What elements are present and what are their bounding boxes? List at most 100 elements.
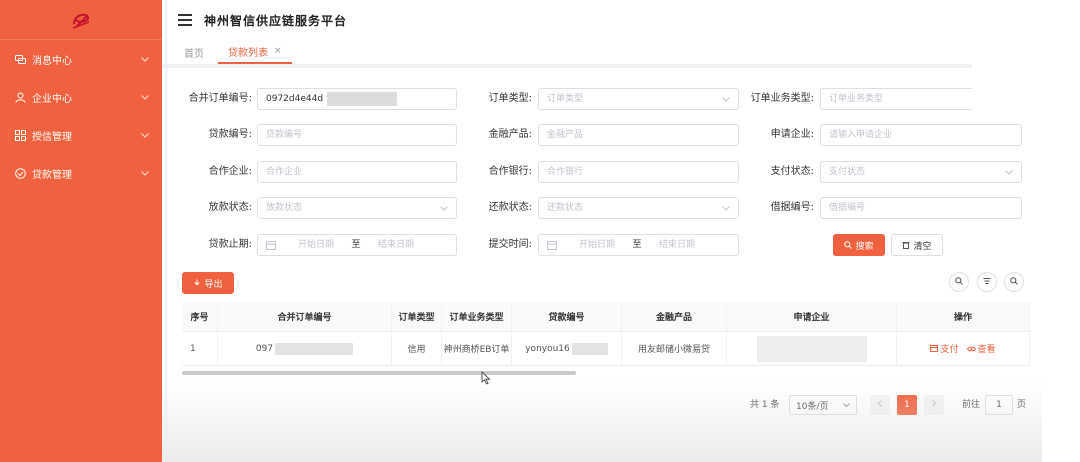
cell-merge-order-no: 097 — [218, 332, 392, 365]
label-apply-company: 申请企业: — [770, 129, 814, 140]
eye-icon — [966, 346, 976, 352]
loan-expiry-date-range[interactable]: 开始日期 至 结束日期 — [257, 234, 457, 256]
order-biz-type-placeholder: 订单业务类型 — [829, 94, 884, 104]
redacted-block — [756, 335, 867, 362]
label-merge-order-no: 合并订单编号: — [188, 93, 252, 104]
search-toggle-button[interactable] — [949, 272, 969, 292]
cell-index: 1 — [182, 332, 218, 365]
goto-label: 前往 — [962, 400, 981, 410]
chevron-right-icon — [932, 400, 937, 410]
end-date-placeholder: 结束日期 — [658, 240, 695, 250]
bottom-shade — [162, 380, 1042, 462]
chevron-down-icon — [843, 400, 850, 410]
start-date-placeholder: 开始日期 — [297, 240, 334, 250]
label-order-biz-type: 订单业务类型: — [750, 93, 814, 104]
pay-status-select[interactable]: 支付状态 — [820, 161, 1022, 183]
partner-bank-input[interactable]: 合作银行 — [538, 161, 739, 183]
loan-no-placeholder: 贷款编号 — [266, 130, 303, 140]
order-biz-type-select[interactable]: 订单业务类型 — [820, 88, 972, 110]
sidebar-item-label: 消息中心 — [32, 55, 72, 67]
logo[interactable] — [0, 0, 162, 40]
search-button[interactable]: 搜索 — [833, 234, 885, 256]
next-page-button[interactable] — [924, 395, 944, 415]
sidebar-item-label: 授信管理 — [32, 131, 72, 143]
table-header: 序号 合并订单编号 订单类型 订单业务类型 贷款编号 金融产品 申请企业 操作 — [182, 302, 1030, 332]
page-number-button[interactable]: 1 — [897, 395, 917, 415]
clear-button[interactable]: 清空 — [891, 234, 943, 256]
mouse-cursor-icon — [481, 371, 491, 385]
col-header-finance-product: 金融产品 — [622, 302, 727, 331]
sidebar-item-credit-management[interactable]: 授信管理 — [0, 116, 162, 154]
calendar-icon — [547, 240, 557, 250]
repay-status-select[interactable]: 还款状态 — [538, 197, 739, 219]
col-header-merge-order-no: 合并订单编号 — [218, 302, 392, 331]
view-link[interactable]: 查看 — [966, 342, 996, 355]
sidebar-item-label: 企业中心 — [32, 93, 72, 105]
end-date-placeholder: 结束日期 — [377, 240, 414, 250]
chevron-down-icon — [140, 92, 150, 102]
sidebar-item-message-center[interactable]: 消息中心 — [0, 40, 162, 78]
chevron-left-icon — [877, 400, 882, 410]
calendar-icon — [266, 240, 276, 250]
prev-page-button[interactable] — [870, 395, 890, 415]
col-header-order-type: 订单类型 — [392, 302, 442, 331]
loan-no-input[interactable]: 贷款编号 — [257, 124, 457, 146]
column-settings-button[interactable] — [977, 272, 997, 292]
col-header-apply-company: 申请企业 — [727, 302, 897, 331]
page-size-select[interactable]: 10条/页 — [789, 395, 857, 415]
chat-icon — [14, 53, 26, 65]
brand-logo-icon — [72, 13, 90, 29]
pagination-total: 共 1 条 — [750, 400, 780, 410]
pay-link[interactable]: 支付 — [930, 342, 959, 355]
tab-label: 贷款列表 — [228, 47, 268, 59]
export-button[interactable]: 导出 — [182, 272, 234, 294]
submit-time-date-range[interactable]: 开始日期 至 结束日期 — [538, 234, 739, 256]
receipt-no-input[interactable]: 借据编号 — [820, 197, 1022, 219]
goto-page-input[interactable]: 1 — [985, 395, 1013, 415]
partner-company-input[interactable]: 合作企业 — [257, 161, 457, 183]
col-header-operations: 操作 — [897, 302, 1030, 331]
sidebar-item-enterprise-center[interactable]: 企业中心 — [0, 78, 162, 116]
cell-order-biz-type: 神州商桥EB订单 — [442, 332, 512, 365]
disburse-status-select[interactable]: 放款状态 — [257, 197, 457, 219]
horizontal-scrollbar[interactable] — [182, 371, 576, 375]
repay-status-placeholder: 还款状态 — [547, 203, 584, 213]
sidebar-item-label: 贷款管理 — [32, 169, 72, 181]
partner-bank-placeholder: 合作银行 — [547, 167, 584, 177]
sidebar-item-loan-management[interactable]: 贷款管理 — [0, 154, 162, 192]
close-icon[interactable]: × — [274, 46, 282, 56]
chevron-down-icon — [140, 54, 150, 64]
chevron-down-icon — [140, 168, 150, 178]
search-icon — [844, 241, 853, 249]
range-separator: 至 — [351, 240, 361, 250]
trash-icon — [902, 241, 910, 249]
chevron-down-icon — [1005, 168, 1013, 176]
clear-button-label: 清空 — [913, 241, 932, 252]
merge-order-no-value: 0972d4e44d — [266, 94, 324, 104]
col-header-order-biz-type: 订单业务类型 — [442, 302, 512, 331]
order-type-select[interactable]: 订单类型 — [538, 88, 739, 110]
export-icon — [193, 279, 201, 287]
tab-loan-list[interactable]: 贷款列表 × — [218, 40, 292, 64]
cell-merge-order-no-text: 097 — [255, 343, 274, 354]
label-loan-no: 贷款编号: — [208, 129, 252, 140]
search-icon — [955, 276, 963, 288]
refresh-button[interactable] — [1004, 272, 1024, 292]
table-row[interactable]: 1 097 信用 神州商桥EB订单 yonyou16 用友邮储小微易贷 支付 查… — [182, 332, 1030, 366]
merge-order-no-input[interactable]: 0972d4e44d — [257, 88, 457, 110]
pay-status-placeholder: 支付状态 — [829, 167, 866, 177]
chevron-down-icon — [722, 204, 730, 212]
label-disburse-status: 放款状态: — [208, 202, 252, 213]
export-button-label: 导出 — [204, 279, 223, 290]
finance-product-input[interactable]: 金融产品 — [538, 124, 739, 146]
apply-company-input[interactable]: 请输入申请企业 — [820, 124, 1022, 146]
user-icon — [14, 91, 26, 103]
hamburger-menu-icon[interactable] — [178, 14, 192, 26]
tab-home[interactable]: 首页 — [174, 40, 214, 64]
label-pay-status: 支付状态: — [770, 166, 814, 177]
page-suffix-label: 页 — [1017, 400, 1027, 410]
page-size-value: 10条/页 — [796, 401, 829, 412]
cell-finance-product: 用友邮储小微易贷 — [622, 332, 727, 365]
partner-company-placeholder: 合作企业 — [266, 167, 303, 177]
loan-table: 序号 合并订单编号 订单类型 订单业务类型 贷款编号 金融产品 申请企业 操作 … — [182, 302, 1030, 366]
